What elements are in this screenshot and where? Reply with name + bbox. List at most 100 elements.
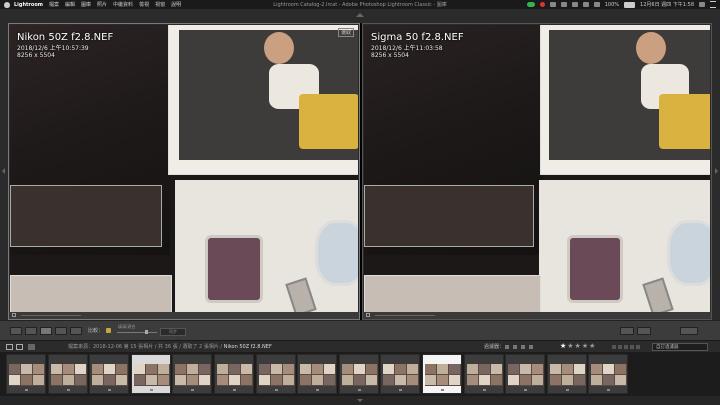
main-window-icon[interactable]	[6, 344, 13, 350]
select-datetime: 2018/12/6 上午10:57:39	[17, 44, 89, 52]
thumbnail-badge	[149, 389, 153, 391]
swap-button[interactable]	[620, 327, 634, 335]
menu-item-library[interactable]: 圖庫	[81, 1, 91, 8]
wifi-icon[interactable]	[593, 2, 600, 7]
filmstrip-thumbnail[interactable]	[546, 354, 587, 394]
next-arrow-icon[interactable]	[668, 327, 678, 335]
sync-button[interactable]: 同步	[160, 328, 186, 336]
status-alert-icon[interactable]	[539, 2, 545, 7]
apple-icon[interactable]	[4, 1, 10, 8]
done-button[interactable]	[680, 327, 698, 335]
filmstrip-thumbnail[interactable]	[47, 354, 88, 394]
bottom-panel-toggle[interactable]	[0, 396, 720, 405]
select-zoom-track[interactable]	[21, 315, 81, 316]
top-panel-toggle[interactable]	[0, 9, 720, 23]
filmstrip-thumbnail[interactable]	[422, 354, 462, 394]
battery-icon[interactable]	[624, 1, 636, 8]
back-arrow-icon[interactable]	[40, 344, 47, 350]
right-arrow-icon	[715, 168, 718, 174]
thumbnail-image	[341, 364, 378, 386]
compare-toolbar: 比較： 填滿/適合 同步	[0, 320, 720, 341]
photo-frame	[168, 25, 358, 175]
filmstrip-thumbnail[interactable]	[214, 354, 254, 394]
filmstrip-thumbnail[interactable]	[588, 354, 629, 394]
photo-count: 第 15 張相片 / 共 36 張 / 選取了 2 張相片 /	[123, 344, 223, 350]
filmstrip-thumbnail[interactable]	[89, 354, 130, 394]
right-panel-toggle[interactable]	[712, 23, 720, 320]
menubar-clock[interactable]: 12月6日 週四 下午1:58	[640, 1, 694, 8]
filmstrip-source-path[interactable]: 檔案來源：2018-12-06 第 15 張相片 / 共 36 張 / 選取了 …	[68, 343, 272, 350]
filmstrip-thumbnail[interactable]	[505, 354, 546, 394]
rating-filter[interactable]: ★★★★★	[560, 342, 596, 350]
menu-item-metadata[interactable]: 中繼資料	[113, 1, 133, 8]
filmstrip-thumbnail[interactable]	[255, 354, 296, 394]
status-area: 100% 12月6日 週四 下午1:58	[526, 1, 720, 8]
compare-select-pane[interactable]: Nikon 50Z f2.8.NEF 2018/12/6 上午10:57:39 …	[8, 23, 360, 320]
forward-arrow-icon[interactable]	[50, 344, 57, 350]
thumbnail-badge	[233, 389, 236, 391]
select-dimensions: 8256 x 5504	[17, 52, 55, 59]
compare-view-button[interactable]	[40, 327, 52, 335]
menu-bar: Lightroom 檔案 編輯 圖庫 照片 中繼資料 檢視 視窗 說明 Ligh…	[0, 0, 720, 9]
thumbnail-badge	[191, 389, 195, 391]
zoom-slider[interactable]	[117, 330, 157, 334]
loupe-view-button[interactable]	[25, 327, 37, 335]
grid-icon[interactable]	[28, 344, 35, 350]
menu-item-view[interactable]: 檢視	[139, 1, 149, 8]
cloud-icon[interactable]	[560, 2, 567, 7]
flag-filter-icons[interactable]	[505, 345, 533, 349]
left-panel-toggle[interactable]	[0, 23, 8, 320]
menu-item-edit[interactable]: 編輯	[65, 1, 75, 8]
app-menu[interactable]: Lightroom	[14, 2, 43, 8]
notification-center-icon[interactable]	[710, 1, 716, 8]
menu-item-file[interactable]: 檔案	[49, 1, 59, 8]
select-photo[interactable]: Nikon 50Z f2.8.NEF 2018/12/6 上午10:57:39 …	[10, 25, 358, 312]
search-icon[interactable]	[699, 2, 705, 7]
thumbnail-image	[175, 364, 212, 386]
lock-icon[interactable]	[366, 313, 370, 317]
thumbnail-badge	[441, 389, 444, 391]
thumbnail-image	[217, 364, 253, 386]
cabin-scene	[175, 180, 358, 312]
filmstrip-thumbnail[interactable]	[338, 354, 379, 394]
thumbnail-image	[591, 364, 628, 386]
filter-preset-select[interactable]: 自訂過濾器	[652, 343, 708, 351]
volume-icon[interactable]	[582, 2, 589, 7]
filmstrip-thumbnail[interactable]	[172, 354, 213, 394]
color-label-filter[interactable]	[612, 345, 640, 349]
candidate-zoom-track[interactable]	[375, 315, 435, 316]
menu-item-photo[interactable]: 照片	[97, 1, 107, 8]
dropbox-icon[interactable]	[549, 2, 556, 7]
candidate-info: Sigma 50 f2.8.NEF 2018/12/6 上午11:03:58 8…	[371, 32, 464, 60]
filmstrip-thumbnail[interactable]	[380, 354, 421, 394]
survey-view-button[interactable]	[55, 327, 67, 335]
candidate-photo[interactable]: Sigma 50 f2.8.NEF 2018/12/6 上午11:03:58 8…	[364, 25, 710, 312]
status-app-icon[interactable]	[526, 2, 535, 7]
filmstrip-thumbnail[interactable]	[6, 354, 46, 394]
menu-item-help[interactable]: 說明	[171, 1, 181, 8]
prev-arrow-icon[interactable]	[656, 327, 666, 335]
make-select-button[interactable]	[637, 327, 651, 335]
airplay-icon[interactable]	[571, 2, 578, 7]
grid-view-button[interactable]	[10, 327, 22, 335]
lock-icon[interactable]	[12, 313, 16, 317]
thumbnail-badge	[482, 389, 486, 391]
left-arrow-icon	[2, 168, 5, 174]
filmstrip-thumbnail[interactable]	[297, 354, 338, 394]
second-window-icon[interactable]	[16, 344, 23, 350]
select-pane-bar	[9, 312, 359, 319]
thumbnail-badge	[25, 389, 28, 391]
zoom-lock-icon[interactable]	[106, 328, 111, 333]
thumbnail-badge	[108, 389, 112, 391]
thumbnail-image	[133, 364, 170, 386]
battery-percent: 100%	[604, 1, 620, 8]
thumbnail-badge	[565, 389, 569, 391]
filmstrip-thumbnail[interactable]	[130, 354, 171, 394]
select-badge: 選取	[337, 28, 354, 37]
menu-item-window[interactable]: 視窗	[155, 1, 165, 8]
filmstrip-thumbnail[interactable]	[463, 354, 504, 394]
compare-candidate-pane[interactable]: Sigma 50 f2.8.NEF 2018/12/6 上午11:03:58 8…	[362, 23, 712, 320]
candidate-dimensions: 8256 x 5504	[371, 52, 409, 59]
thumbnail-badge	[607, 389, 611, 391]
people-view-button[interactable]	[70, 327, 82, 335]
